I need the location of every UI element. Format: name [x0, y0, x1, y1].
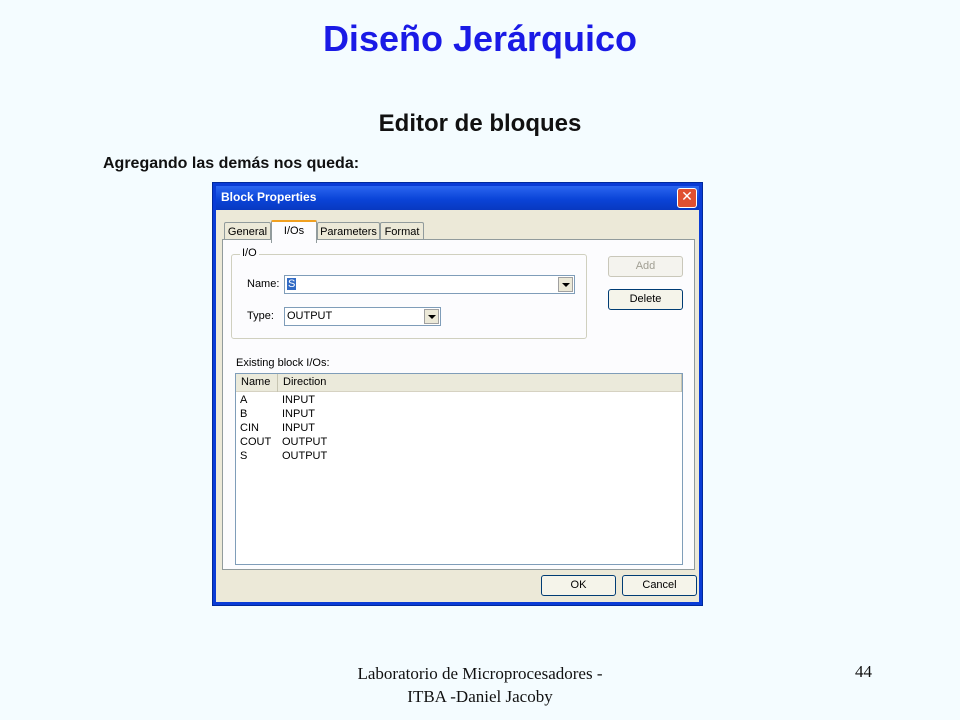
list-item[interactable]: B INPUT — [236, 407, 682, 421]
chevron-down-icon[interactable] — [424, 309, 439, 324]
item-direction: INPUT — [282, 422, 315, 434]
dialog-client: General I/Os Parameters Format I/O Name:… — [216, 210, 699, 602]
name-label: Name: — [247, 278, 280, 290]
name-combobox[interactable]: S — [284, 275, 575, 294]
chevron-down-icon[interactable] — [558, 277, 573, 292]
item-direction: OUTPUT — [282, 436, 328, 448]
add-button[interactable]: Add — [608, 256, 683, 277]
list-header: Name Direction — [236, 374, 682, 392]
list-item[interactable]: CIN INPUT — [236, 421, 682, 435]
name-value: S — [287, 278, 297, 290]
list-rows: A INPUT B INPUT CIN INPUT COUT OUTPUT S … — [236, 393, 682, 463]
item-direction: OUTPUT — [282, 450, 328, 462]
item-name: CIN — [240, 422, 259, 434]
item-name: A — [240, 394, 248, 406]
footer-credit: Laboratorio de Microprocesadores - ITBA … — [300, 662, 660, 708]
column-header-name[interactable]: Name — [236, 374, 278, 392]
dialog-titlebar[interactable]: Block Properties ✕ — [216, 186, 699, 210]
column-header-direction[interactable]: Direction — [278, 374, 682, 392]
close-icon[interactable]: ✕ — [677, 188, 697, 208]
io-group: I/O Name: S Type: OUTPUT — [231, 247, 587, 339]
item-direction: INPUT — [282, 408, 315, 420]
type-combobox[interactable]: OUTPUT — [284, 307, 441, 326]
io-group-legend: I/O — [240, 247, 259, 259]
existing-ios-label: Existing block I/Os: — [236, 357, 330, 369]
slide-title: Diseño Jerárquico — [322, 18, 638, 59]
block-properties-dialog: Block Properties ✕ General I/Os Paramete… — [212, 182, 703, 606]
dialog-title: Block Properties — [221, 190, 317, 204]
footer-line-1: Laboratorio de Microprocesadores - — [357, 664, 603, 683]
page-number: 44 — [855, 662, 872, 681]
item-name: B — [240, 408, 248, 420]
ios-tab-panel: I/O Name: S Type: OUTPUT Add Delete Exis… — [222, 239, 695, 570]
ok-button[interactable]: OK — [541, 575, 616, 596]
item-direction: INPUT — [282, 394, 315, 406]
slide-caption: Agregando las demás nos queda: — [103, 155, 360, 172]
list-item[interactable]: S OUTPUT — [236, 449, 682, 463]
slide-subtitle: Editor de bloques — [378, 110, 582, 137]
list-item[interactable]: A INPUT — [236, 393, 682, 407]
type-label: Type: — [247, 310, 274, 322]
item-name: COUT — [240, 436, 272, 448]
delete-button[interactable]: Delete — [608, 289, 683, 310]
cancel-button[interactable]: Cancel — [622, 575, 697, 596]
item-name: S — [240, 450, 248, 462]
type-value: OUTPUT — [287, 310, 333, 322]
list-item[interactable]: COUT OUTPUT — [236, 435, 682, 449]
footer-line-2: ITBA -Daniel Jacoby — [407, 687, 553, 706]
tab-ios[interactable]: I/Os — [271, 220, 317, 243]
existing-ios-list[interactable]: Name Direction A INPUT B INPUT CIN INPUT — [235, 373, 683, 565]
